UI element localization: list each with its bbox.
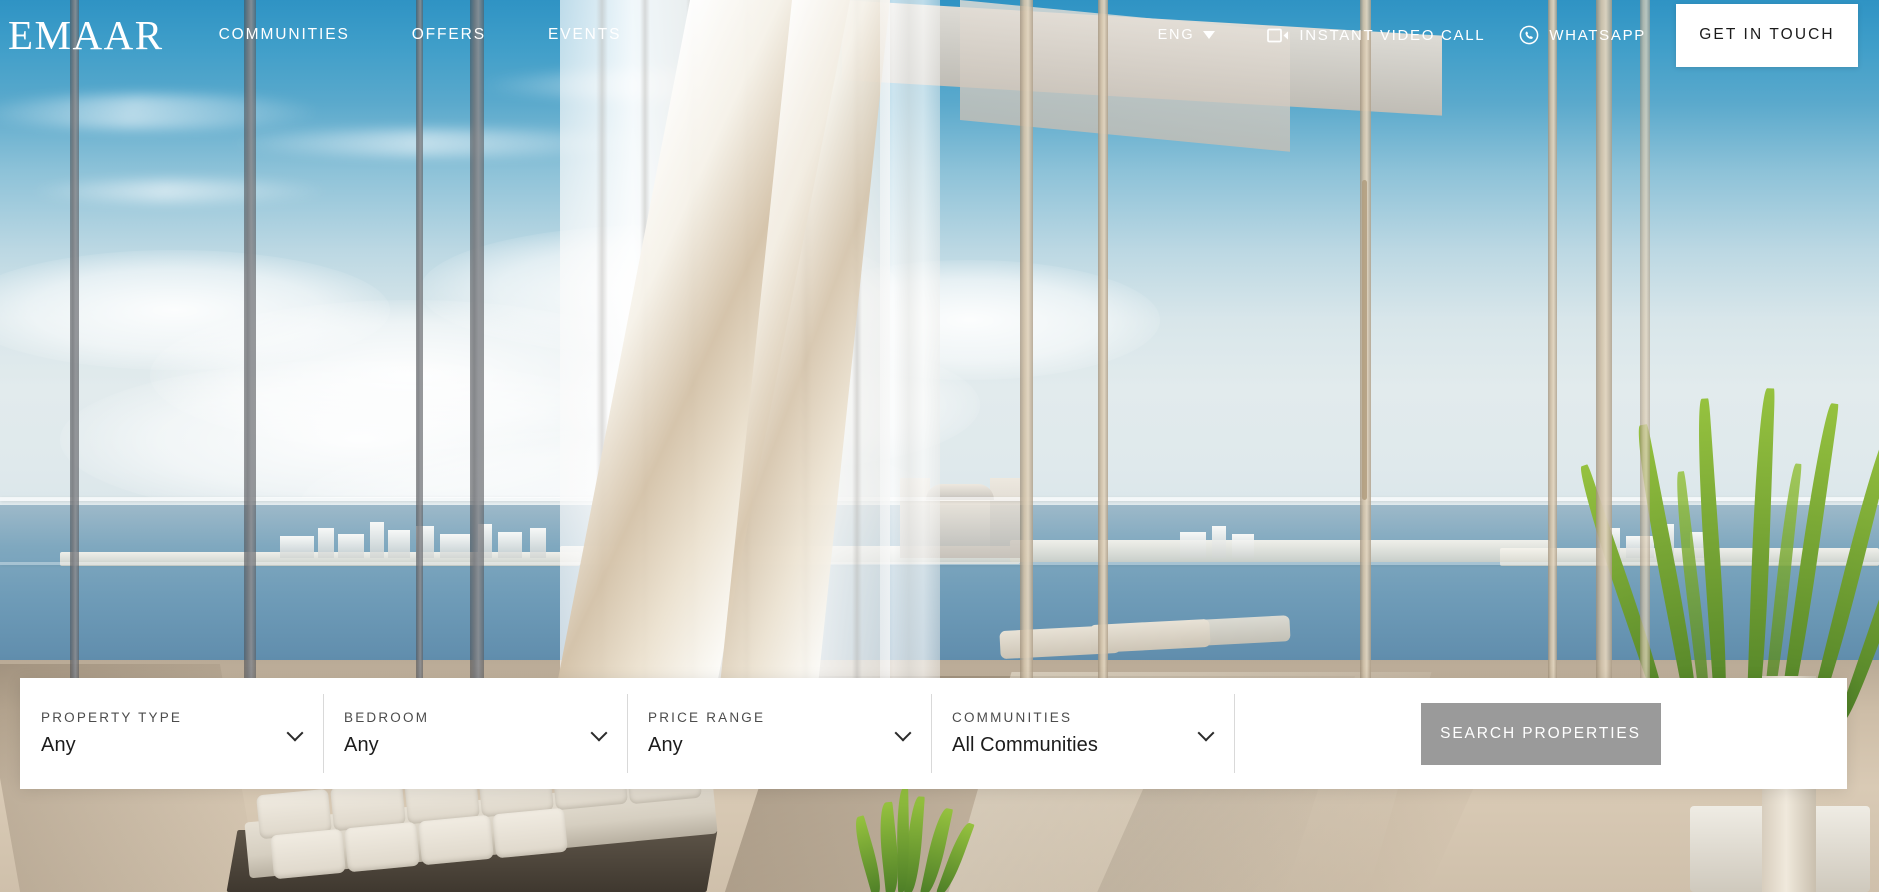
price-range-value: Any (648, 734, 683, 756)
site-header: EMAAR COMMUNITIES OFFERS EVENTS ENG INST… (0, 0, 1879, 70)
whatsapp-link[interactable]: WHATSAPP (1519, 25, 1646, 45)
main-navigation: COMMUNITIES OFFERS EVENTS (219, 26, 622, 44)
nav-item-offers[interactable]: OFFERS (412, 26, 486, 44)
price-range-label: PRICE RANGE (648, 710, 766, 725)
bedroom-value: Any (344, 734, 379, 756)
language-label: ENG (1157, 27, 1195, 43)
chevron-down-icon (591, 726, 607, 742)
whatsapp-label: WHATSAPP (1549, 26, 1646, 44)
property-type-dropdown[interactable]: PROPERTY TYPE Any (20, 678, 323, 789)
header-utilities: ENG INSTANT VIDEO CALL WHATSAPP GET IN T… (1158, 0, 1879, 70)
property-search-bar: PROPERTY TYPE Any BEDROOM Any PRICE RANG… (20, 678, 1847, 789)
property-type-label: PROPERTY TYPE (41, 710, 183, 725)
property-type-value: Any (41, 734, 76, 756)
instant-video-call-link[interactable]: INSTANT VIDEO CALL (1267, 27, 1485, 44)
get-in-touch-button[interactable]: GET IN TOUCH (1676, 3, 1858, 67)
page-root: EMAAR COMMUNITIES OFFERS EVENTS ENG INST… (0, 0, 1879, 892)
price-range-dropdown[interactable]: PRICE RANGE Any (627, 678, 931, 789)
nav-item-communities[interactable]: COMMUNITIES (219, 26, 350, 44)
bedroom-label: BEDROOM (344, 710, 430, 725)
communities-dropdown[interactable]: COMMUNITIES All Communities (931, 678, 1234, 789)
communities-value: All Communities (952, 734, 1098, 756)
chevron-down-icon (1198, 726, 1214, 742)
instant-video-call-label: INSTANT VIDEO CALL (1299, 26, 1486, 44)
chevron-down-icon (895, 726, 911, 742)
chevron-down-icon (287, 726, 303, 742)
language-selector[interactable]: ENG (1158, 27, 1216, 43)
emaar-logo[interactable]: EMAAR (8, 14, 164, 56)
whatsapp-icon (1519, 25, 1539, 45)
communities-label: COMMUNITIES (952, 710, 1073, 725)
search-properties-button[interactable]: SEARCH PROPERTIES (1420, 702, 1661, 765)
chevron-down-icon (1203, 31, 1216, 39)
bedroom-dropdown[interactable]: BEDROOM Any (323, 678, 627, 789)
video-camera-icon (1267, 28, 1289, 43)
search-button-container: SEARCH PROPERTIES (1234, 678, 1847, 789)
nav-item-events[interactable]: EVENTS (548, 26, 621, 44)
